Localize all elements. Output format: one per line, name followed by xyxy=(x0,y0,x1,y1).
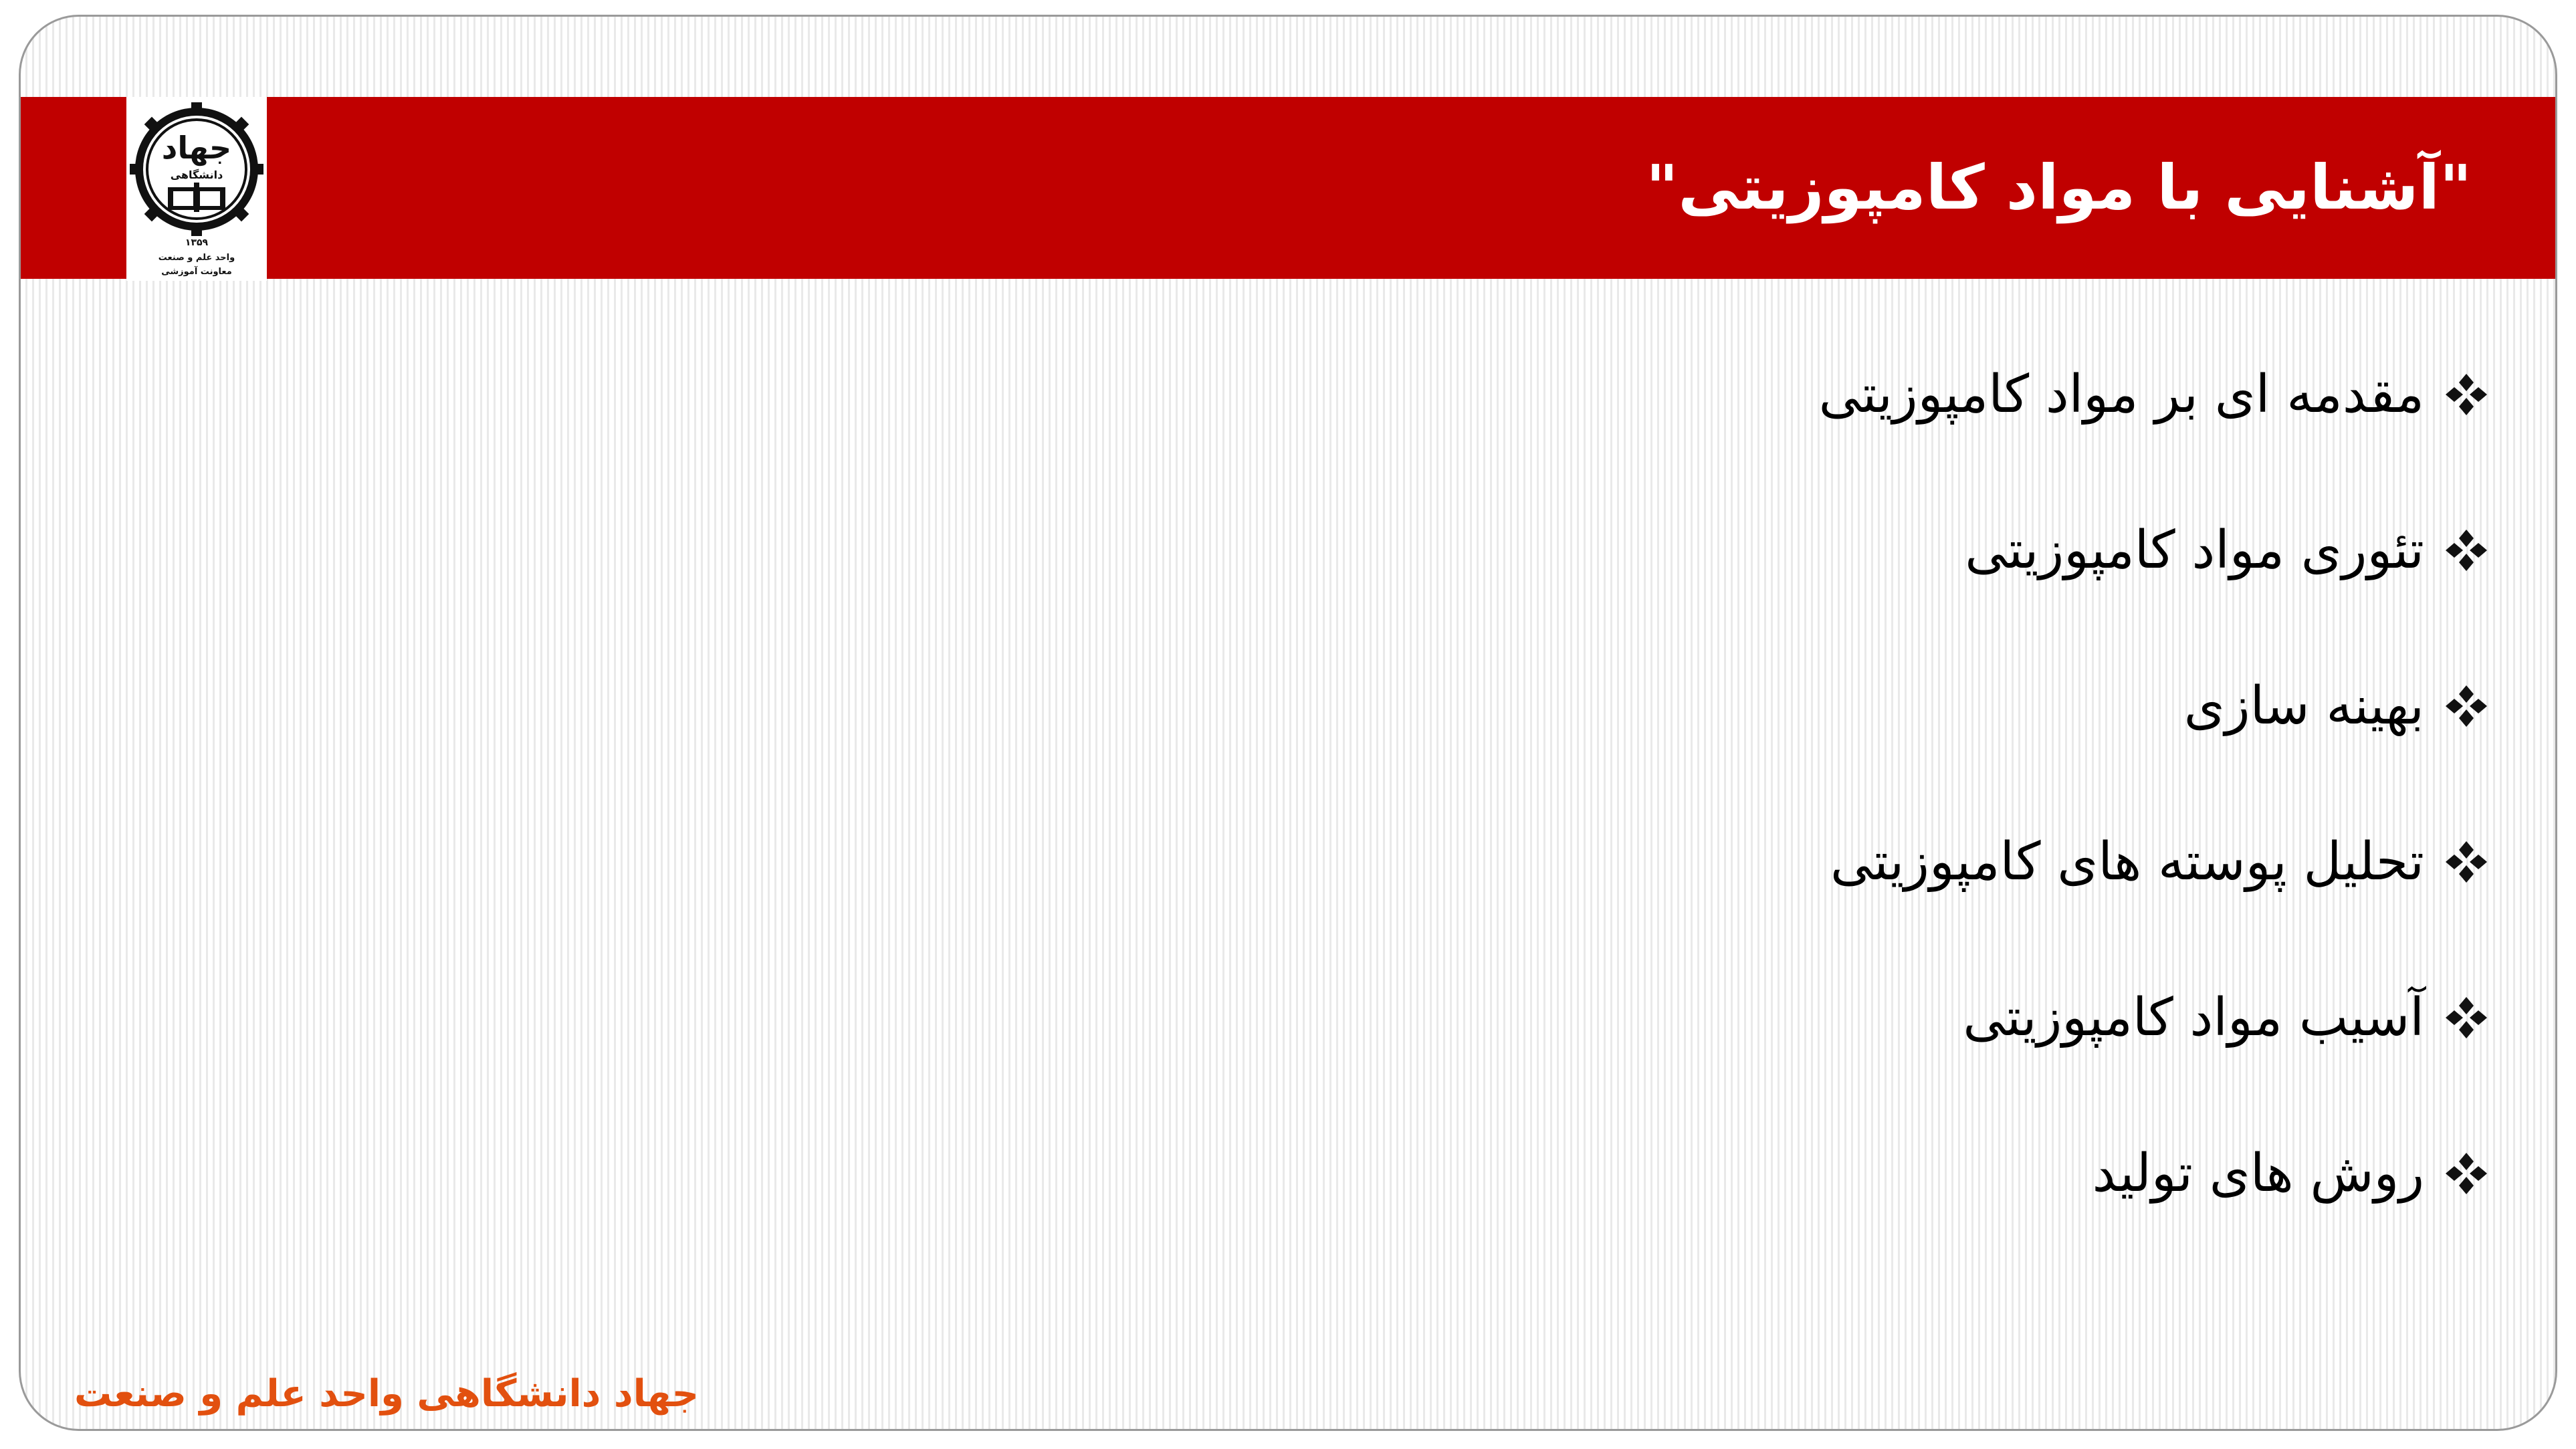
four-diamond-bullet-icon xyxy=(2443,527,2490,574)
title-bar: "آشنایی با مواد کامپوزیتی" xyxy=(21,97,2555,279)
list-item: تحلیل پوسته های کامپوزیتی xyxy=(1819,825,2490,899)
slide-title: "آشنایی با مواد کامپوزیتی" xyxy=(1646,152,2472,223)
list-item-label: مقدمه ای بر مواد کامپوزیتی xyxy=(1818,364,2424,425)
list-item-label: بهینه سازی xyxy=(2183,676,2424,736)
list-item: آسیب مواد کامپوزیتی xyxy=(1819,981,2490,1054)
logo-unit: واحد علم و صنعت xyxy=(158,253,235,263)
logo-sub-text: دانشگاهی xyxy=(171,169,223,181)
logo-year: ۱۳۵۹ xyxy=(185,237,209,248)
list-item-label: آسیب مواد کامپوزیتی xyxy=(1963,988,2424,1048)
slide: "آشنایی با مواد کامپوزیتی" جهاد دانشگاهی… xyxy=(19,15,2557,1431)
jahad-daneshgahi-logo: جهاد دانشگاهی ۱۳۵۹ واحد علم و صنعت معاون… xyxy=(126,97,267,281)
list-item: روش های تولید xyxy=(1819,1137,2490,1210)
logo-main-text: جهاد xyxy=(162,130,231,166)
list-item-label: روش های تولید xyxy=(2092,1143,2424,1204)
list-item: تئوری مواد کامپوزیتی xyxy=(1819,514,2490,587)
four-diamond-bullet-icon xyxy=(2443,839,2490,885)
list-item-label: تئوری مواد کامپوزیتی xyxy=(1965,520,2424,580)
four-diamond-bullet-icon xyxy=(2443,994,2490,1041)
list-item: مقدمه ای بر مواد کامپوزیتی xyxy=(1819,358,2490,431)
logo-department: معاونت آموزشی xyxy=(161,265,232,277)
list-item: بهینه سازی xyxy=(1819,669,2490,743)
four-diamond-bullet-icon xyxy=(2443,683,2490,730)
list-item-label: تحلیل پوسته های کامپوزیتی xyxy=(1830,832,2424,892)
topic-list: مقدمه ای بر مواد کامپوزیتی تئوری مواد کا… xyxy=(1819,358,2490,1293)
four-diamond-bullet-icon xyxy=(2443,1150,2490,1197)
four-diamond-bullet-icon xyxy=(2443,371,2490,418)
slide-footer: جهاد دانشگاهی واحد علم و صنعت xyxy=(74,1372,700,1416)
